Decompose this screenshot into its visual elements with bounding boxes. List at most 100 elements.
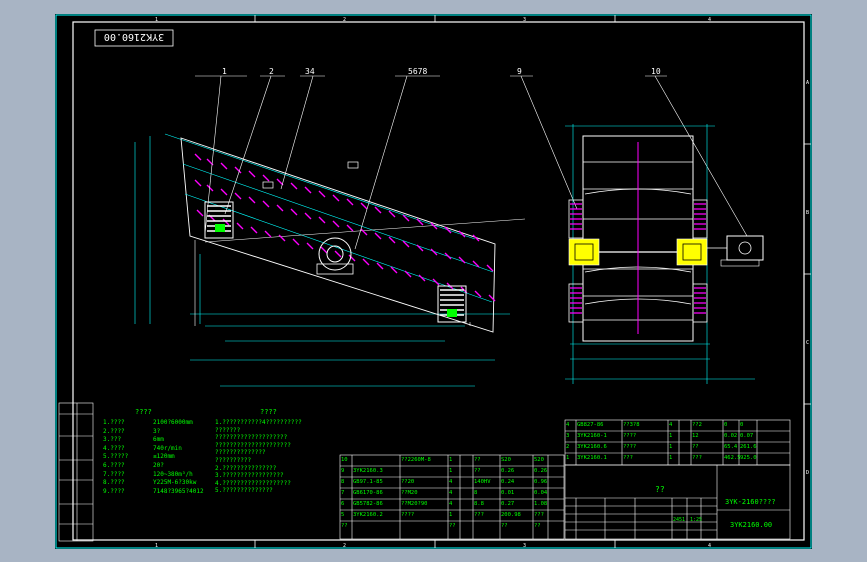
bom-left-cell: 7 <box>341 490 345 496</box>
bom-left-cell: ??M20 <box>401 490 418 496</box>
bom-left-cell: 1 <box>449 512 453 518</box>
screen-body <box>180 137 496 333</box>
zone-bottom-1: 1 <box>155 543 158 549</box>
zone-right-d: D <box>806 470 809 476</box>
side-dimensions <box>134 133 510 387</box>
tech-param-label: 4.???? <box>103 444 125 452</box>
tech-req-line: 3.????????????????? <box>215 472 284 480</box>
tech-param-value: 120~380m³/h <box>153 470 193 478</box>
tech-params: ???? <box>135 408 152 416</box>
bom-left-header-cell: ?? <box>341 523 348 529</box>
zone-bottom-4: 4 <box>708 543 711 549</box>
bom-left-cell: 4 <box>449 490 453 496</box>
tech-req-line: ??????? <box>215 426 241 434</box>
bom-left-cell: 0.26 <box>534 468 548 474</box>
title-code-main: 3YK-2160???? <box>725 498 776 506</box>
tech-param-label: 6.???? <box>103 462 125 469</box>
balloon-5678: 5678 <box>408 67 427 76</box>
bom-left-cell: 5 <box>341 512 345 518</box>
bom-left-cell: 4 <box>449 501 453 507</box>
bom-right-cell: 925.0 <box>740 455 757 461</box>
zone-bottom-2: 2 <box>343 543 346 549</box>
bom-left-cell: 1.08 <box>534 501 548 507</box>
bom-left-cell: S20 <box>501 457 511 463</box>
bom-right-cell: 0 <box>740 422 744 428</box>
bom-left-cell: 0.27 <box>501 501 515 507</box>
left-stack-table <box>58 402 94 542</box>
bom-left-cell: GB5782-86 <box>353 501 383 507</box>
tech-req-line: 4.??????????????????? <box>215 479 291 487</box>
bom-left-cell: 8 <box>341 479 345 485</box>
bom-right-cell: ???? <box>623 433 637 439</box>
screen-deck-1 <box>182 163 494 273</box>
bom-right-cell: 3YK2160.1 <box>577 455 607 461</box>
bom-left-cell: 0.24 <box>501 479 515 485</box>
tech-param-label: 9.???? <box>103 487 125 495</box>
bom-right-cell: 2 <box>566 444 570 450</box>
tech-param-value: Y225M-6?30kw <box>153 479 197 487</box>
tech-requirements: ???? <box>260 408 277 416</box>
bom-right-cell: 1 <box>566 455 570 461</box>
bom-right-cell: 4 <box>566 422 570 428</box>
tech-req-line: ???????????????????? <box>215 434 288 442</box>
end-spring-br <box>692 283 708 323</box>
bom-left-cell: ??2260M-8 <box>401 457 431 463</box>
drawing-sheet: 1 2 3 4 1 2 3 4 A B C D 3YK2160.00 1 2 3… <box>55 14 812 549</box>
bom-right-cell: 4 <box>669 422 673 428</box>
tech-req-line: ????????????????????? <box>215 441 291 449</box>
bom-right-cell: ??? <box>623 455 633 461</box>
bom-right-cell: ???? <box>623 444 637 450</box>
tech-req-line: 5.?????????????? <box>215 487 273 495</box>
balloon-9: 9 <box>517 67 522 76</box>
bom-right-cell: 261.6 <box>740 444 757 450</box>
tech-req-line: 1.???????????4?????????? <box>215 419 302 426</box>
code-box-text: 3YK2160.00 <box>104 31 164 42</box>
side-bracket-2 <box>347 161 359 169</box>
bom-left-cell: 0.96 <box>534 479 548 485</box>
side-bracket <box>262 181 274 189</box>
tech-param-label: 5.????? <box>103 453 129 461</box>
spring-left <box>204 201 234 239</box>
bom-left-cell: 3YK2160.2 <box>353 512 383 518</box>
end-exciter-left <box>568 238 600 266</box>
tech-param-label: 2.???? <box>103 427 125 435</box>
tech-param-value: 6mm <box>153 436 164 444</box>
tech-param-value: 7148?3965?4012 <box>153 487 204 495</box>
bom-left-cell: 0.01 <box>501 490 515 496</box>
bom-right-cell: 3 <box>566 433 570 439</box>
balloon-2: 2 <box>269 67 274 76</box>
bom-left-cell: 140HV <box>474 479 491 485</box>
tech-param-value: 2100?6000mm <box>153 419 193 426</box>
bom-right-cell: ??3?8 <box>623 422 640 428</box>
bom-right-cell: ??? <box>692 455 702 461</box>
bom-left-cell: 200.98 <box>501 512 521 518</box>
exciter <box>316 237 354 275</box>
bom-left-cell: 0.26 <box>501 468 515 474</box>
zone-top-2: 2 <box>343 17 346 23</box>
bom-left-header-cell: ?? <box>449 523 456 529</box>
bom-left-cell: 6 <box>341 501 345 507</box>
tech-param-label: 8.???? <box>103 479 125 487</box>
bom-right-cell: 1 <box>669 455 673 461</box>
tech-param-label: 3.??? <box>103 436 122 444</box>
side-view: 1 2 34 5678 9 10 <box>134 67 748 387</box>
end-spring-tr <box>692 199 708 239</box>
bom-right-cell: 462.5 <box>724 455 741 461</box>
bom-left-cell: ?? <box>474 457 481 463</box>
bom-left-cell: ?? <box>474 468 481 474</box>
zone-top-1: 1 <box>155 17 158 23</box>
tech-param-label: 7.???? <box>103 470 125 478</box>
tech-req-line: ?????????????? <box>215 449 266 457</box>
bom-left-cell: 0.04 <box>534 490 548 496</box>
bom-left-cell: 8.8 <box>474 501 484 507</box>
bom-left-header-cell: ?? <box>501 523 508 529</box>
bom-left-cell: 4 <box>449 479 453 485</box>
end-exciter-right <box>676 238 708 266</box>
tech-param-value: 3? <box>153 427 161 435</box>
bom-left-cell: GB97.1-85 <box>353 479 383 485</box>
bom-right-cell: 0 <box>724 422 728 428</box>
bom-left-cell: ???? <box>401 512 415 518</box>
title-scale: 1:25 <box>690 517 703 523</box>
bom-right-table: 4 GB827-86 ??3?8 4 ??2 0 0 3 3YK2160-1???? 1 12 0.0… <box>565 420 790 465</box>
bom-right-cell: ??2 <box>692 422 702 428</box>
